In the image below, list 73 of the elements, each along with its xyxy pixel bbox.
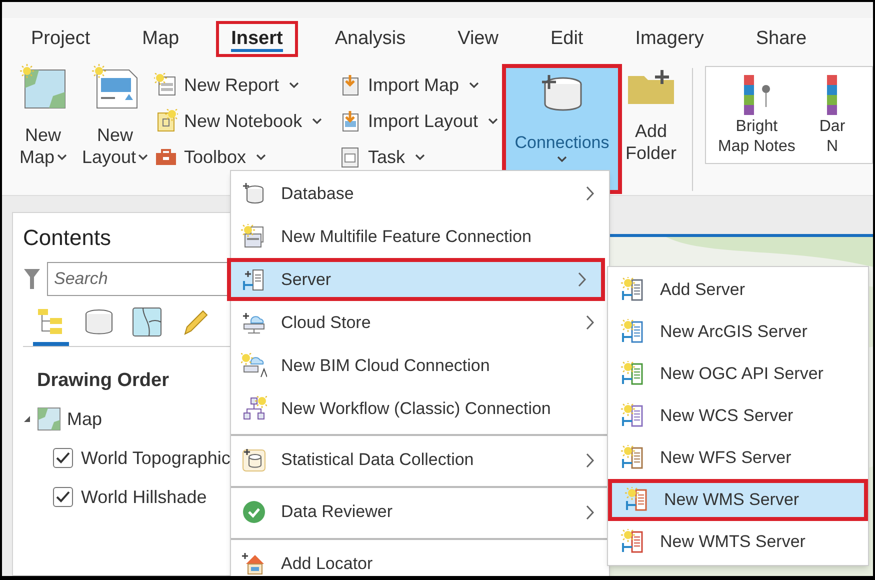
ribbon-button[interactable]: New Report <box>154 70 334 100</box>
house-icon <box>241 551 267 576</box>
caret-icon <box>56 154 66 160</box>
ribbon-tab[interactable]: Imagery <box>620 21 719 57</box>
chevron-icon <box>586 186 595 201</box>
menu-item[interactable]: New OGC API Server <box>608 353 868 395</box>
menu-item[interactable]: New WMS Server <box>608 479 868 521</box>
menu-item[interactable]: Add Server <box>608 269 868 311</box>
gallery-item[interactable]: Dar N <box>807 67 858 163</box>
menu-item[interactable]: New WCS Server <box>608 395 868 437</box>
server-icon <box>620 319 646 345</box>
caret-icon <box>312 118 322 126</box>
section-heading: Drawing Order <box>37 369 170 393</box>
ribbon-tab[interactable]: Project <box>16 21 106 57</box>
new-layout-icon <box>91 64 139 110</box>
check-circle-icon <box>241 499 267 525</box>
caret-icon <box>415 154 426 162</box>
ribbon-button[interactable]: Import Layout <box>338 106 502 136</box>
new-map-icon <box>19 64 67 110</box>
ribbon-tab[interactable]: Share <box>740 21 822 57</box>
report-icon <box>154 73 178 97</box>
map-notes-icon <box>742 73 771 115</box>
ribbon-tab[interactable]: Insert <box>216 21 298 57</box>
menu-item[interactable]: New WFS Server <box>608 437 868 479</box>
caret-icon <box>557 156 567 162</box>
filter-icon <box>23 267 41 291</box>
ribbon-button[interactable]: Add Folder <box>622 64 680 195</box>
checkbox[interactable] <box>53 487 73 507</box>
menu-item[interactable]: New WMTS Server <box>608 521 868 563</box>
menu-item[interactable]: Cloud Store <box>231 301 609 344</box>
map-icon <box>37 407 61 431</box>
view-tab[interactable] <box>33 306 69 346</box>
caret-icon <box>256 154 266 162</box>
cloud-connection-icon <box>241 352 267 378</box>
chevron-icon <box>586 504 595 520</box>
caret-icon <box>469 82 480 90</box>
tree-label[interactable]: Map <box>67 406 102 432</box>
caret-icon <box>488 118 498 126</box>
menu-item[interactable]: New Workflow (Classic) Connection <box>231 387 609 430</box>
checkbox[interactable] <box>53 448 73 468</box>
ribbon-button[interactable]: Import Map <box>338 70 502 100</box>
ribbon-tab[interactable]: View <box>442 21 514 57</box>
layer-label[interactable]: World Topographic <box>81 444 230 472</box>
expand-triangle-icon[interactable] <box>23 415 31 423</box>
server-icon <box>620 445 646 471</box>
server-icon <box>620 361 646 387</box>
server-icon <box>620 403 646 429</box>
caret-icon <box>289 82 300 90</box>
menu-item[interactable]: New Multifile Feature Connection <box>231 215 609 258</box>
server-icon <box>620 277 646 303</box>
ribbon-button[interactable]: New Layout <box>84 64 146 195</box>
folder-icon <box>626 70 676 104</box>
server-icon <box>624 487 650 513</box>
chevron-icon <box>586 452 595 468</box>
ribbon-button[interactable]: New Notebook <box>154 106 334 136</box>
menu-item[interactable]: New ArcGIS Server <box>608 311 868 353</box>
menu-item[interactable]: Server <box>227 258 605 301</box>
map-notes-icon <box>826 73 838 115</box>
workflow-icon <box>241 396 267 422</box>
pane-title: Contents <box>23 224 112 252</box>
caret-icon <box>138 154 148 160</box>
ribbon-tab[interactable]: Analysis <box>320 21 421 57</box>
chevron-icon <box>578 272 587 287</box>
ribbon-button[interactable]: New Map <box>12 64 74 195</box>
server-icon <box>620 529 646 555</box>
ribbon-tab[interactable]: Edit <box>535 21 598 57</box>
gallery-item[interactable]: Bright Map Notes <box>706 67 808 163</box>
ribbon-tab[interactable]: Map <box>127 21 194 57</box>
map-icon <box>131 306 163 338</box>
statistical-database-icon <box>241 447 267 473</box>
menu-item[interactable]: New BIM Cloud Connection <box>231 344 609 387</box>
chevron-icon <box>586 315 595 330</box>
layer-label[interactable]: World Hillshade <box>81 484 207 510</box>
